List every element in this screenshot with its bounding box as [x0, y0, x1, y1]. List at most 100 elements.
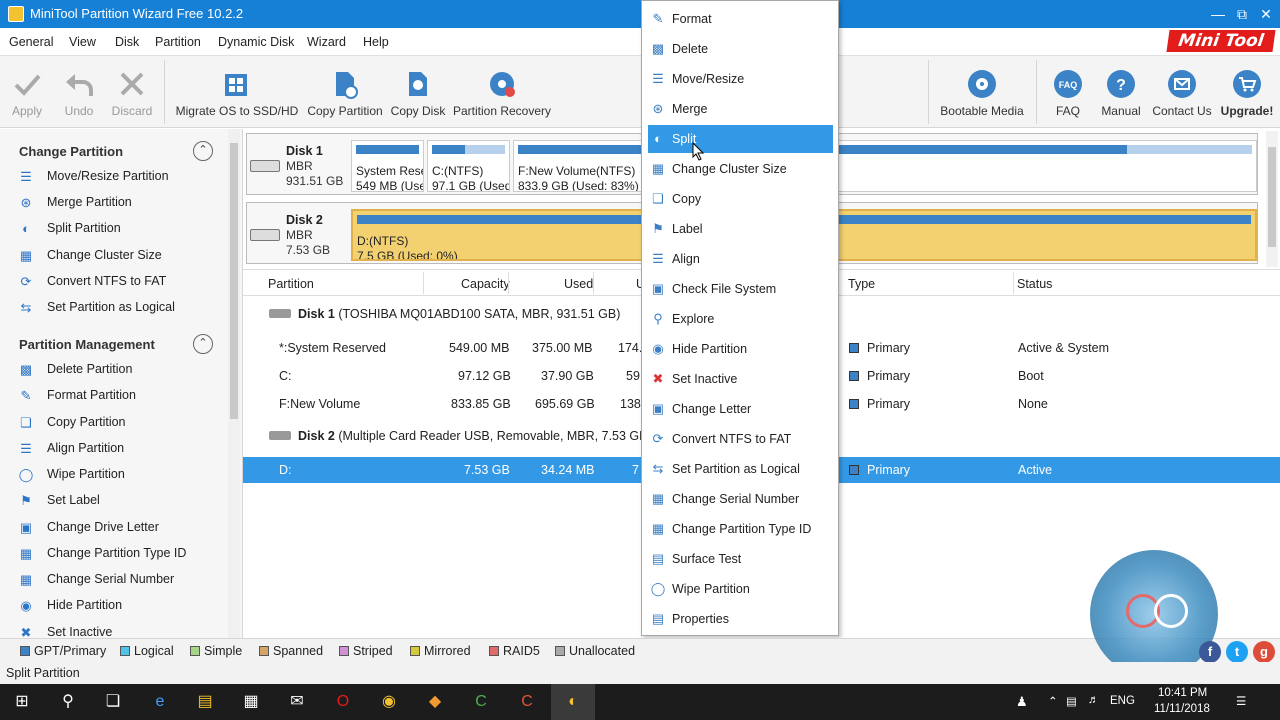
menu-item-delete[interactable]: ▩ Delete	[648, 35, 833, 63]
apply-button[interactable]: Apply	[4, 56, 50, 128]
sidebar-item-hide[interactable]: ◉ Hide Partition	[18, 596, 218, 616]
menu-item-explore[interactable]: ⚲ Explore	[648, 305, 833, 333]
close-icon[interactable]: ✕	[1256, 4, 1276, 24]
menu-general[interactable]: General	[9, 35, 53, 49]
menu-item-properties[interactable]: ▤ Properties	[648, 605, 833, 633]
disk-name: Disk 1	[286, 144, 323, 158]
menu-item-set-inactive[interactable]: ✖ Set Inactive	[648, 365, 833, 393]
camtasia-icon[interactable]: C	[459, 684, 503, 720]
sidebar-item-format[interactable]: ✎ Format Partition	[18, 386, 218, 406]
google-plus-icon[interactable]: g	[1253, 641, 1275, 663]
partition-block[interactable]: C:(NTFS) 97.1 GB (Used	[427, 140, 510, 192]
column-used[interactable]: Used	[564, 277, 593, 291]
volume-icon[interactable]: ♬	[1088, 694, 1100, 706]
partition-block[interactable]: System Rese 549 MB (Use	[351, 140, 424, 192]
upgrade-button[interactable]: Upgrade!	[1216, 56, 1278, 128]
menu-item-check-file-system[interactable]: ▣ Check File System	[648, 275, 833, 303]
menu-dynamic-disk[interactable]: Dynamic Disk	[218, 35, 294, 49]
sidebar-item-change-cluster[interactable]: ▦ Change Cluster Size	[18, 246, 218, 266]
menu-wizard[interactable]: Wizard	[307, 35, 346, 49]
menu-item-merge[interactable]: ⊛ Merge	[648, 95, 833, 123]
contact-us-button[interactable]: Contact Us	[1150, 56, 1214, 128]
clock-time[interactable]: 10:41 PM	[1158, 687, 1207, 699]
sidebar-item-set-logical[interactable]: ⇆ Set Partition as Logical	[18, 298, 218, 318]
collapse-icon[interactable]: ⌃	[193, 334, 213, 354]
maximize-icon[interactable]: ⧉	[1232, 4, 1252, 24]
start-icon[interactable]: ⊞	[0, 684, 44, 720]
sidebar-item-change-serial[interactable]: ▦ Change Serial Number	[18, 570, 218, 590]
people-icon[interactable]: ♟	[1016, 694, 1028, 710]
facebook-icon[interactable]: f	[1199, 641, 1221, 663]
clock-date[interactable]: 11/11/2018	[1154, 703, 1210, 715]
sidebar-item-merge[interactable]: ⊛ Merge Partition	[18, 193, 218, 213]
undo-button[interactable]: Undo	[56, 56, 102, 128]
app-icon-orange[interactable]: ◆	[413, 684, 457, 720]
app-icon-red[interactable]: C	[505, 684, 549, 720]
network-icon[interactable]: ▤	[1066, 694, 1077, 708]
partition-block[interactable]: F:New Volume(NTFS) 833.9 GB (Used: 83%)	[513, 140, 1257, 192]
partition-wizard-taskbar-icon[interactable]: ◐	[551, 684, 595, 720]
task-view-icon[interactable]: ❏	[91, 684, 135, 720]
opera-icon[interactable]: O	[321, 684, 365, 720]
sidebar-item-set-inactive[interactable]: ✖ Set Inactive	[18, 623, 218, 638]
partition-recovery-button[interactable]: Partition Recovery	[450, 56, 554, 128]
sidebar-item-delete[interactable]: ▩ Delete Partition	[18, 360, 218, 380]
menu-item-move-resize[interactable]: ☰ Move/Resize	[648, 65, 833, 93]
menu-disk[interactable]: Disk	[115, 35, 139, 49]
menu-item-set-logical[interactable]: ⇆ Set Partition as Logical	[648, 455, 833, 483]
mail-icon[interactable]: ✉	[275, 684, 319, 720]
migrate-os-button[interactable]: Migrate OS to SSD/HD	[174, 56, 300, 128]
faq-button[interactable]: FAQ FAQ	[1046, 56, 1090, 128]
copy-partition-button[interactable]: Copy Partition	[304, 56, 386, 128]
menu-view[interactable]: View	[69, 35, 96, 49]
minimize-icon[interactable]: —	[1208, 4, 1228, 24]
bootable-media-button[interactable]: Bootable Media	[936, 56, 1028, 128]
menu-item-surface-test[interactable]: ▤ Surface Test	[648, 545, 833, 573]
menu-item-change-letter[interactable]: ▣ Change Letter	[648, 395, 833, 423]
edge-icon[interactable]: e	[138, 684, 182, 720]
menu-item-change-serial[interactable]: ▦ Change Serial Number	[648, 485, 833, 513]
sidebar-item-split[interactable]: ◐ Split Partition	[18, 219, 218, 239]
sidebar-item-wipe[interactable]: ◯ Wipe Partition	[18, 465, 218, 485]
sidebar-item-convert-ntfs[interactable]: ⟳ Convert NTFS to FAT	[18, 272, 218, 292]
twitter-icon[interactable]: t	[1226, 641, 1248, 663]
menu-item-copy[interactable]: ❏ Copy	[648, 185, 833, 213]
search-icon[interactable]: ⚲	[46, 684, 90, 720]
menu-help[interactable]: Help	[363, 35, 389, 49]
sidebar-item-change-type-id[interactable]: ▦ Change Partition Type ID	[18, 544, 218, 564]
column-type[interactable]: Type	[848, 277, 875, 291]
collapse-icon[interactable]: ⌃	[193, 141, 213, 161]
column-capacity[interactable]: Capacity	[461, 277, 510, 291]
sidebar-item-align[interactable]: ☰ Align Partition	[18, 439, 218, 459]
discard-button[interactable]: Discard	[108, 56, 156, 128]
menu-item-align[interactable]: ☰ Align	[648, 245, 833, 273]
scrollbar-thumb[interactable]	[230, 143, 238, 419]
menu-item-change-cluster-size[interactable]: ▦ Change Cluster Size	[648, 155, 833, 183]
sidebar-item-copy[interactable]: ❏ Copy Partition	[18, 413, 218, 433]
menu-item-format[interactable]: ✎ Format	[648, 5, 833, 33]
sidebar-item-set-label[interactable]: ⚑ Set Label	[18, 491, 218, 511]
cell-capacity: 549.00 MB	[449, 341, 510, 355]
copy-disk-button[interactable]: Copy Disk	[390, 56, 446, 128]
menu-item-hide-partition[interactable]: ◉ Hide Partition	[648, 335, 833, 363]
sidebar-item-change-letter[interactable]: ▣ Change Drive Letter	[18, 518, 218, 538]
sidebar-scrollbar[interactable]	[228, 129, 240, 638]
column-status[interactable]: Status	[1017, 277, 1052, 291]
menu-item-label[interactable]: ⚑ Label	[648, 215, 833, 243]
manual-button[interactable]: ? Manual	[1098, 56, 1144, 128]
file-explorer-icon[interactable]: ▤	[183, 684, 227, 720]
menu-item-convert-ntfs[interactable]: ⟳ Convert NTFS to FAT	[648, 425, 833, 453]
store-icon[interactable]: ▦	[229, 684, 273, 720]
diskmap-scrollbar[interactable]	[1266, 131, 1278, 267]
menu-item-wipe-partition[interactable]: ◯ Wipe Partition	[648, 575, 833, 603]
sidebar-item-move-resize[interactable]: ☰ Move/Resize Partition	[18, 167, 218, 187]
chrome-icon[interactable]: ◉	[367, 684, 411, 720]
menu-partition[interactable]: Partition	[155, 35, 201, 49]
scrollbar-thumb[interactable]	[1268, 147, 1276, 247]
language-indicator[interactable]: ENG	[1110, 695, 1135, 707]
menu-item-split[interactable]: ◐ Split	[648, 125, 833, 153]
column-partition[interactable]: Partition	[268, 277, 314, 291]
chevron-up-icon[interactable]: ⌃	[1048, 694, 1058, 708]
menu-item-change-type-id[interactable]: ▦ Change Partition Type ID	[648, 515, 833, 543]
notification-icon[interactable]: ☰	[1236, 694, 1246, 708]
